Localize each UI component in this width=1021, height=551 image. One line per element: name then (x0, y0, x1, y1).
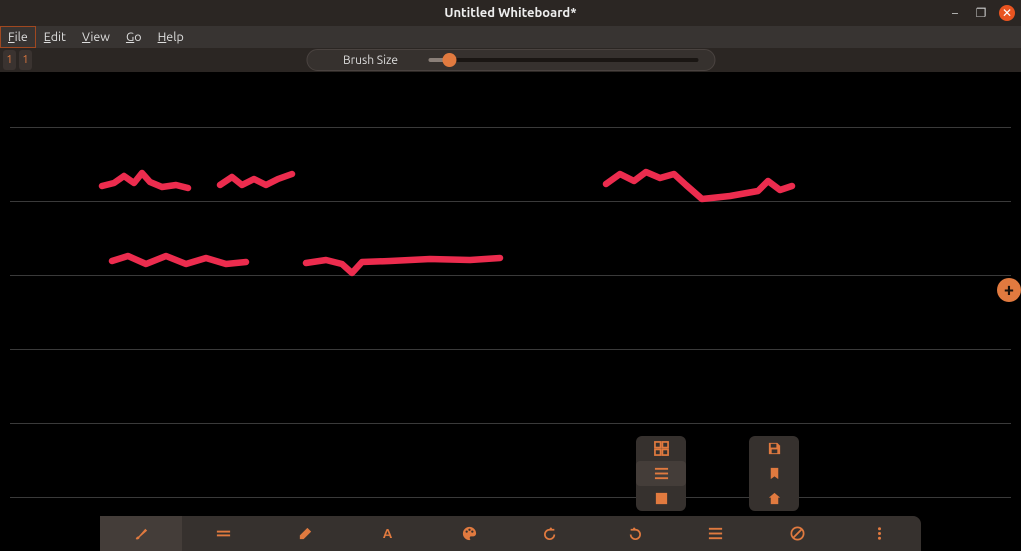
more-vert-icon (871, 525, 888, 542)
palette-button[interactable] (428, 516, 510, 551)
brush-size-control: Brush Size (306, 49, 715, 71)
slider-thumb[interactable] (443, 53, 457, 67)
redo-icon (625, 525, 642, 542)
home-popover-button[interactable] (749, 486, 799, 511)
page-indicator-2[interactable]: 1 (19, 50, 32, 70)
menu-edit-label: Edit (44, 30, 66, 44)
bookmark-popover-button[interactable] (749, 461, 799, 486)
menu-edit[interactable]: Edit (36, 26, 74, 48)
file-popover (749, 436, 799, 511)
bottom-toolbar: A (100, 516, 921, 551)
lines-icon (707, 525, 724, 542)
menu-help[interactable]: Help (150, 26, 192, 48)
eraser-icon (297, 525, 314, 542)
menubar: File Edit View Go Help (0, 26, 1021, 48)
more-button[interactable] (839, 516, 921, 551)
block-button[interactable] (757, 516, 839, 551)
palette-icon (461, 525, 478, 542)
text-tool-button[interactable]: A (346, 516, 428, 551)
drawn-strokes (10, 72, 1011, 532)
undo-icon (543, 525, 560, 542)
svg-text:A: A (383, 527, 393, 541)
menu-help-label: Help (158, 30, 184, 44)
layout-button[interactable] (675, 516, 757, 551)
menu-go-label: Go (126, 30, 142, 44)
redo-button[interactable] (593, 516, 675, 551)
text-icon: A (379, 525, 396, 542)
window-controls: – ❐ ✕ (947, 5, 1015, 21)
menu-go[interactable]: Go (118, 26, 150, 48)
add-page-button[interactable]: + (997, 278, 1021, 302)
maximize-button[interactable]: ❐ (973, 5, 989, 21)
brush-icon (133, 525, 150, 542)
blank-view-button[interactable] (636, 486, 686, 511)
page-indicator-1[interactable]: 1 (3, 50, 16, 70)
brush-tool-button[interactable] (100, 516, 182, 551)
block-icon (789, 525, 806, 542)
undo-button[interactable] (510, 516, 592, 551)
line-weight-button[interactable] (182, 516, 264, 551)
eraser-button[interactable] (264, 516, 346, 551)
layout-popover (636, 436, 686, 511)
top-toolbar: 1 1 Brush Size (0, 48, 1021, 72)
lines-view-button[interactable] (636, 461, 686, 486)
line-weight-icon (215, 525, 232, 542)
save-popover-button[interactable] (749, 436, 799, 461)
brush-size-label: Brush Size (343, 54, 398, 67)
titlebar: Untitled Whiteboard* – ❐ ✕ (0, 0, 1021, 26)
whiteboard-canvas[interactable] (10, 72, 1011, 516)
menu-view[interactable]: View (74, 26, 118, 48)
window-title: Untitled Whiteboard* (0, 6, 1021, 20)
grid-view-button[interactable] (636, 436, 686, 461)
close-button[interactable]: ✕ (999, 5, 1015, 21)
menu-view-label: View (82, 30, 110, 44)
menu-file[interactable]: File (0, 26, 36, 48)
brush-size-slider[interactable] (428, 58, 698, 62)
minimize-button[interactable]: – (947, 5, 963, 21)
